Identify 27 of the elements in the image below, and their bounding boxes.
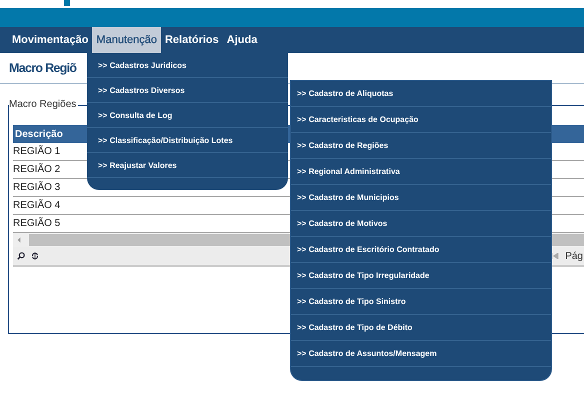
- search-icon[interactable]: [17, 252, 25, 260]
- page-label: Pág: [565, 250, 583, 262]
- submenu-item[interactable]: >> Classificação/Distribuição Lotes: [87, 128, 288, 153]
- submenu-item[interactable]: >> Cadastros Juridicos: [87, 53, 288, 78]
- menu-item[interactable]: Ajuda: [222, 27, 262, 53]
- submenu-item[interactable]: >> Consulta de Log: [87, 103, 288, 128]
- page-title: Macro Regiõ: [9, 61, 76, 75]
- first-page-icon[interactable]: [551, 253, 560, 259]
- submenu-item[interactable]: >> Cadastro de Aliquotas: [291, 81, 551, 107]
- submenu-item[interactable]: >> Cadastro de Tipo Irregularidade: [291, 263, 551, 289]
- refresh-icon[interactable]: [31, 252, 39, 260]
- submenu-item[interactable]: >> Cadastros Diversos: [87, 78, 288, 103]
- submenu-item[interactable]: >> Cadastro de Tipo Sinistro: [291, 289, 551, 315]
- menu-item[interactable]: Manutenção: [92, 27, 161, 53]
- submenu-item[interactable]: >> Cadastro de Escritório Contratado: [291, 237, 551, 263]
- submenu-item[interactable]: >> Cadastro de Regiões: [291, 133, 551, 159]
- column-header: Descrição: [15, 128, 63, 140]
- submenu-item[interactable]: >> Cadastro de Tipo de Débito: [291, 315, 551, 341]
- submenu-item[interactable]: >> Cadastro de Assuntos/Mensagem: [291, 341, 551, 367]
- menu-item[interactable]: Relatórios: [160, 27, 223, 53]
- submenu-item[interactable]: >> Cadastro de Motivos: [291, 211, 551, 237]
- submenu-item[interactable]: >> Caracteristicas de Ocupação: [291, 107, 551, 133]
- fieldset-legend: Macro Regiões: [9, 99, 78, 110]
- submenu-item[interactable]: >> Cadastro de Municipios: [291, 185, 551, 211]
- submenu-item[interactable]: >> Reajustar Valores: [87, 153, 288, 178]
- submenu-item[interactable]: >> Regional Administrativa: [291, 159, 551, 185]
- menu-item[interactable]: Movimentação: [8, 27, 92, 53]
